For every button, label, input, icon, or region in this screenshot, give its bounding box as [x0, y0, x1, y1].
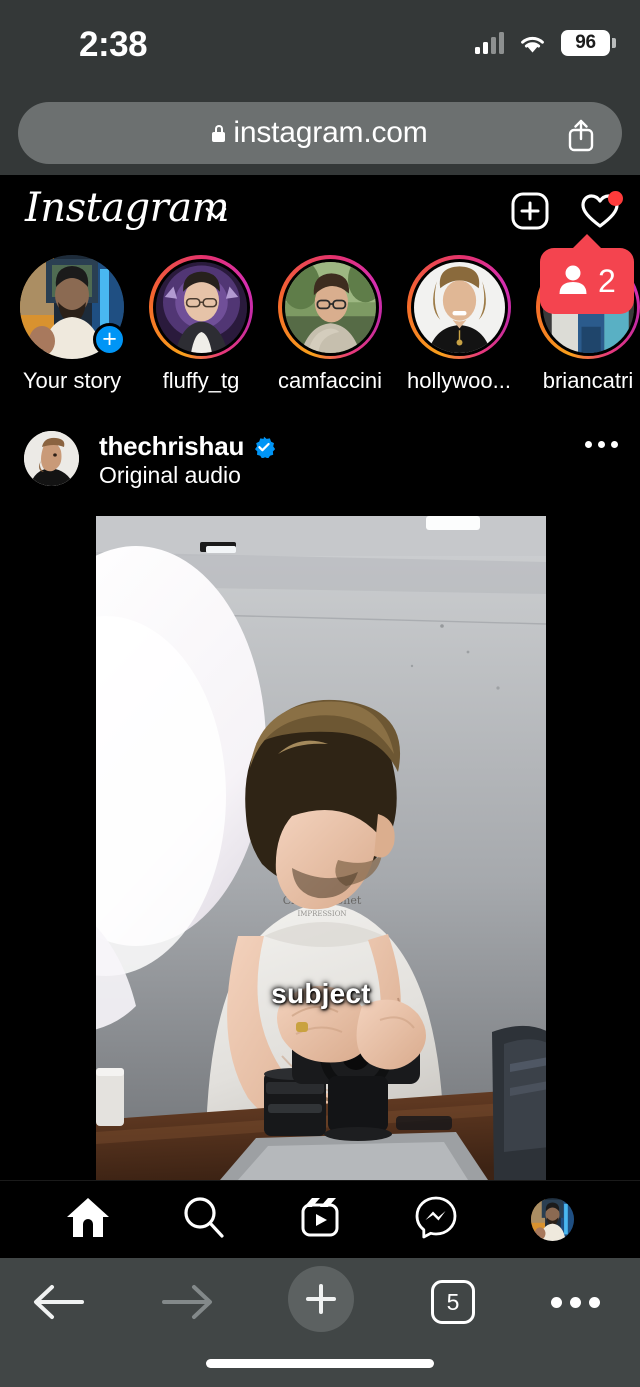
battery-icon: 96 — [561, 30, 616, 56]
post-author-avatar[interactable] — [24, 431, 79, 486]
browser-back-button[interactable] — [28, 1272, 88, 1332]
post-video[interactable]: Claude Monet IMPRESSION — [96, 516, 546, 1180]
share-icon[interactable] — [566, 118, 596, 152]
header-actions — [508, 189, 623, 233]
post-audio-label[interactable]: Original audio — [99, 462, 241, 489]
add-to-story-icon[interactable]: + — [93, 323, 126, 356]
post-author-username[interactable]: thechrishau — [99, 431, 244, 462]
video-caption-overlay: subject — [271, 978, 371, 1009]
ios-status-bar: 2:38 96 — [0, 0, 640, 84]
nav-messages-button[interactable] — [404, 1188, 468, 1252]
nav-profile-button[interactable] — [520, 1188, 584, 1252]
story-item-your-story[interactable]: + Your story — [16, 255, 128, 394]
post-header: thechrishau Original audio — [0, 400, 640, 516]
tab-overview-button[interactable]: 5 — [422, 1272, 484, 1332]
status-bar-clock: 2:38 — [79, 25, 148, 64]
chevron-down-icon[interactable] — [205, 207, 227, 220]
wifi-icon — [518, 33, 547, 54]
story-item-fluffy-tg[interactable]: fluffy_tg — [145, 255, 257, 394]
post-more-options-button[interactable] — [585, 441, 618, 448]
search-icon — [182, 1195, 226, 1244]
lock-icon — [212, 124, 226, 142]
story-item-hollywood[interactable]: hollywoo... — [403, 255, 515, 394]
nav-search-button[interactable] — [172, 1188, 236, 1252]
phone-screen: 2:38 96 instagram.com Instagram + Your s… — [0, 0, 640, 1387]
home-indicator — [206, 1359, 434, 1368]
story-label: briancatri — [542, 368, 634, 393]
status-bar-indicators: 96 — [475, 30, 616, 56]
instagram-logo[interactable]: Instagram — [25, 185, 230, 231]
story-label: Your story — [22, 368, 122, 393]
address-bar-url: instagram.com — [233, 116, 428, 149]
safari-bottom-toolbar: 5 — [0, 1258, 640, 1387]
story-label: fluffy_tg — [162, 368, 240, 393]
person-icon — [558, 263, 588, 300]
browser-more-button[interactable] — [542, 1272, 608, 1332]
home-icon — [65, 1195, 111, 1244]
browser-forward-button — [158, 1272, 218, 1332]
story-notification-count: 2 — [598, 262, 616, 299]
nav-reels-button[interactable] — [288, 1188, 352, 1252]
reels-icon — [298, 1195, 342, 1244]
profile-avatar — [530, 1198, 574, 1241]
svg-text:IMPRESSION: IMPRESSION — [297, 910, 346, 918]
activity-notification-dot — [608, 191, 623, 206]
tab-count-label: 5 — [446, 1288, 460, 1315]
verified-badge-icon — [253, 436, 276, 458]
cellular-bars-icon — [475, 32, 504, 54]
create-post-button[interactable] — [508, 189, 552, 233]
story-label: hollywoo... — [407, 368, 511, 393]
instagram-header: Instagram — [0, 175, 640, 247]
video-frame: Claude Monet IMPRESSION — [96, 516, 546, 1180]
post-media-container: Claude Monet IMPRESSION — [0, 516, 640, 1180]
nav-home-button[interactable] — [56, 1188, 120, 1252]
new-tab-button[interactable] — [288, 1266, 354, 1332]
battery-percent-label: 96 — [575, 32, 596, 53]
instagram-bottom-nav — [0, 1180, 640, 1258]
story-notification-badge[interactable]: 2 — [540, 248, 634, 314]
story-item-camfaccini[interactable]: camfaccini — [274, 255, 386, 394]
story-label: camfaccini — [278, 368, 382, 393]
safari-top-chrome: 2:38 96 instagram.com — [0, 0, 640, 175]
address-bar[interactable]: instagram.com — [18, 102, 622, 164]
activity-button[interactable] — [578, 189, 623, 233]
messenger-icon — [414, 1195, 458, 1244]
